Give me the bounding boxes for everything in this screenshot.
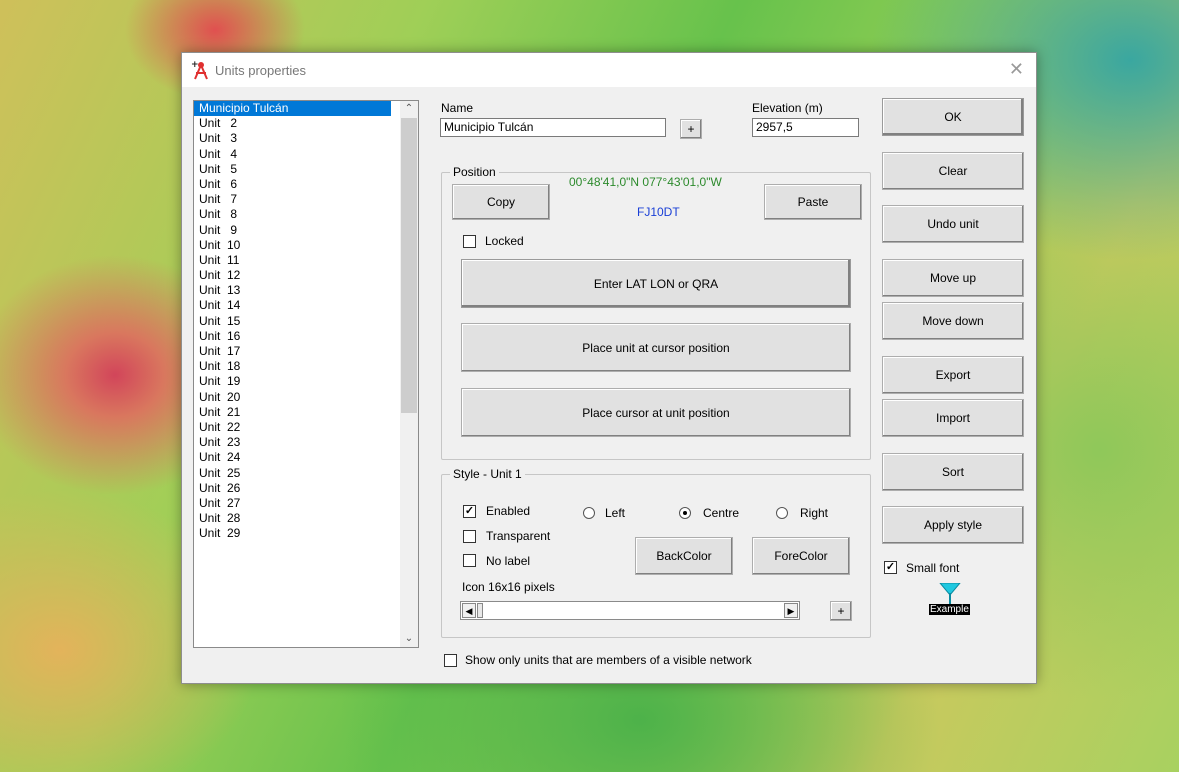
- undo-unit-button[interactable]: Undo unit: [882, 205, 1024, 243]
- align-left-label: Left: [605, 506, 626, 520]
- list-item[interactable]: Unit 5: [194, 162, 391, 177]
- enabled-checkbox[interactable]: ✓: [463, 505, 476, 518]
- list-item[interactable]: Unit 18: [194, 359, 391, 374]
- name-label: Name: [441, 101, 474, 115]
- style-group-title: Style - Unit 1: [450, 467, 525, 481]
- align-centre-radio[interactable]: [679, 507, 691, 519]
- list-item[interactable]: Unit 22: [194, 420, 391, 435]
- align-right-radio[interactable]: [776, 507, 788, 519]
- position-group-title: Position: [450, 165, 499, 179]
- show-only-label: Show only units that are members of a vi…: [465, 653, 752, 667]
- list-item[interactable]: Unit 23: [194, 435, 391, 450]
- scroll-right-icon[interactable]: ▶: [784, 603, 798, 618]
- list-item[interactable]: Unit 12: [194, 268, 391, 283]
- list-scrollbar[interactable]: ⌃ ⌄: [400, 101, 418, 647]
- list-item[interactable]: Municipio Tulcán: [194, 101, 391, 117]
- ok-button[interactable]: OK: [882, 98, 1024, 136]
- list-item[interactable]: Unit 3: [194, 131, 391, 146]
- app-icon: +: [191, 60, 208, 80]
- enabled-label: Enabled: [486, 504, 531, 518]
- list-item[interactable]: Unit 19: [194, 374, 391, 389]
- sort-button[interactable]: Sort: [882, 453, 1024, 491]
- align-centre-label: Centre: [703, 506, 740, 520]
- import-button[interactable]: Import: [882, 399, 1024, 437]
- no-label-label: No label: [486, 554, 531, 568]
- list-item[interactable]: Unit 17: [194, 344, 391, 359]
- close-icon[interactable]: ✕: [1009, 59, 1024, 80]
- no-label-checkbox[interactable]: [463, 554, 476, 567]
- locked-label: Locked: [485, 234, 524, 248]
- copy-button[interactable]: Copy: [452, 184, 550, 220]
- list-item[interactable]: Unit 28: [194, 511, 391, 526]
- list-item[interactable]: Unit 29: [194, 526, 391, 541]
- name-add-button[interactable]: +: [680, 119, 702, 139]
- list-item[interactable]: Unit 26: [194, 481, 391, 496]
- place-cursor-button[interactable]: Place cursor at unit position: [461, 388, 851, 437]
- svg-text:+: +: [191, 60, 199, 70]
- clear-button[interactable]: Clear: [882, 152, 1024, 190]
- list-item[interactable]: Unit 8: [194, 207, 391, 222]
- list-item[interactable]: Unit 25: [194, 466, 391, 481]
- locked-checkbox[interactable]: [463, 235, 476, 248]
- locator-text: FJ10DT: [637, 205, 680, 219]
- list-item[interactable]: Unit 15: [194, 314, 391, 329]
- list-item[interactable]: Unit 7: [194, 192, 391, 207]
- apply-style-button[interactable]: Apply style: [882, 506, 1024, 544]
- window-title: Units properties: [215, 63, 307, 78]
- list-item[interactable]: Unit 11: [194, 253, 391, 268]
- scroll-up-icon[interactable]: ⌃: [400, 101, 418, 117]
- paste-button[interactable]: Paste: [764, 184, 862, 220]
- coordinates-text: 00°48'41,0"N 077°43'01,0"W: [569, 175, 722, 189]
- scroll-left-icon[interactable]: ◀: [462, 603, 476, 618]
- list-item[interactable]: Unit 14: [194, 298, 391, 313]
- enter-lat-lon-button[interactable]: Enter LAT LON or QRA: [461, 259, 851, 308]
- icon-size-label: Icon 16x16 pixels: [462, 580, 555, 594]
- list-item[interactable]: Unit 16: [194, 329, 391, 344]
- scroll-down-icon[interactable]: ⌄: [400, 631, 418, 647]
- units-properties-dialog: + Units properties ✕ Municipio Tulcán Uni…: [181, 52, 1037, 684]
- list-item[interactable]: Unit 4: [194, 147, 391, 162]
- list-item[interactable]: Unit 10: [194, 238, 391, 253]
- list-item[interactable]: Unit 20: [194, 390, 391, 405]
- move-up-button[interactable]: Move up: [882, 259, 1024, 297]
- elevation-input[interactable]: [752, 118, 859, 137]
- list-item[interactable]: Unit 6: [194, 177, 391, 192]
- transparent-label: Transparent: [486, 529, 551, 543]
- show-only-checkbox[interactable]: [444, 654, 457, 667]
- icon-scroll-thumb[interactable]: [477, 603, 483, 618]
- list-item[interactable]: Unit 13: [194, 283, 391, 298]
- small-font-checkbox[interactable]: ✓: [884, 561, 897, 574]
- name-input[interactable]: [440, 118, 666, 137]
- units-list-items: Municipio Tulcán Unit 2 Unit 3 Unit 4 Unit 5…: [194, 101, 418, 541]
- export-button[interactable]: Export: [882, 356, 1024, 394]
- move-down-button[interactable]: Move down: [882, 302, 1024, 340]
- backcolor-button[interactable]: BackColor: [635, 537, 733, 575]
- small-font-label: Small font: [906, 561, 960, 575]
- scroll-thumb[interactable]: [401, 118, 417, 413]
- align-left-radio[interactable]: [583, 507, 595, 519]
- example-label: Example: [929, 604, 970, 615]
- forecolor-button[interactable]: ForeColor: [752, 537, 850, 575]
- list-item[interactable]: Unit 9: [194, 223, 391, 238]
- units-listbox[interactable]: Municipio Tulcán Unit 2 Unit 3 Unit 4 Unit 5…: [193, 100, 419, 648]
- place-unit-button[interactable]: Place unit at cursor position: [461, 323, 851, 372]
- icon-add-button[interactable]: +: [830, 601, 852, 621]
- title-bar[interactable]: + Units properties ✕: [182, 53, 1036, 87]
- list-item[interactable]: Unit 21: [194, 405, 391, 420]
- list-item[interactable]: Unit 24: [194, 450, 391, 465]
- transparent-checkbox[interactable]: [463, 530, 476, 543]
- list-item[interactable]: Unit 2: [194, 116, 391, 131]
- icon-scrollbar[interactable]: ◀ ▶: [460, 601, 800, 620]
- align-right-label: Right: [800, 506, 829, 520]
- elevation-label: Elevation (m): [752, 101, 823, 115]
- list-item[interactable]: Unit 27: [194, 496, 391, 511]
